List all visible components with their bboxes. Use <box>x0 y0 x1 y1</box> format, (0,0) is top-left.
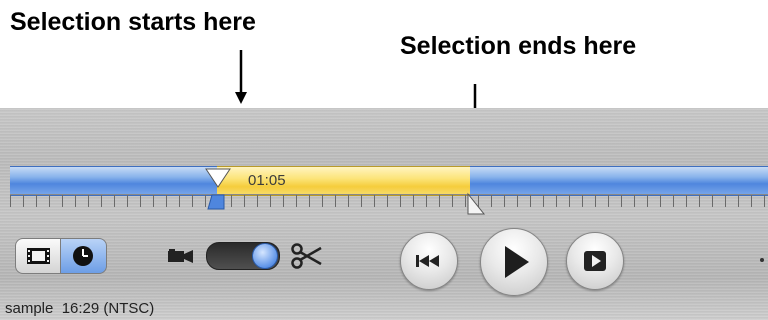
timeline-view-button[interactable] <box>60 238 107 274</box>
player-panel <box>0 108 768 320</box>
clock-icon <box>73 246 93 266</box>
selection-end-callout: Selection ends here <box>400 32 637 60</box>
overflow-indicator <box>760 258 764 262</box>
play-button[interactable] <box>480 228 548 296</box>
project-status: sample 16:29 (NTSC) <box>5 300 155 317</box>
film-view-button[interactable] <box>15 238 62 274</box>
rewind-icon <box>416 255 439 267</box>
selection-start-callout: Selection starts here <box>10 8 256 36</box>
selection-end-handle[interactable] <box>466 192 486 216</box>
selection-duration-label: 01:05 <box>248 172 286 189</box>
play-icon <box>505 246 529 278</box>
timeline-ruler <box>10 194 768 207</box>
toggle-knob[interactable] <box>252 243 278 269</box>
camera-edit-toggle[interactable] <box>206 242 280 270</box>
selection-start-arrow <box>235 50 247 104</box>
fullscreen-play-icon <box>584 251 606 271</box>
film-strip-icon <box>27 248 50 264</box>
camera-icon <box>168 249 193 263</box>
fullscreen-play-button[interactable] <box>566 232 624 290</box>
scissors-icon <box>291 243 322 269</box>
selection-start-handle[interactable] <box>204 167 232 215</box>
rewind-button[interactable] <box>400 232 458 290</box>
